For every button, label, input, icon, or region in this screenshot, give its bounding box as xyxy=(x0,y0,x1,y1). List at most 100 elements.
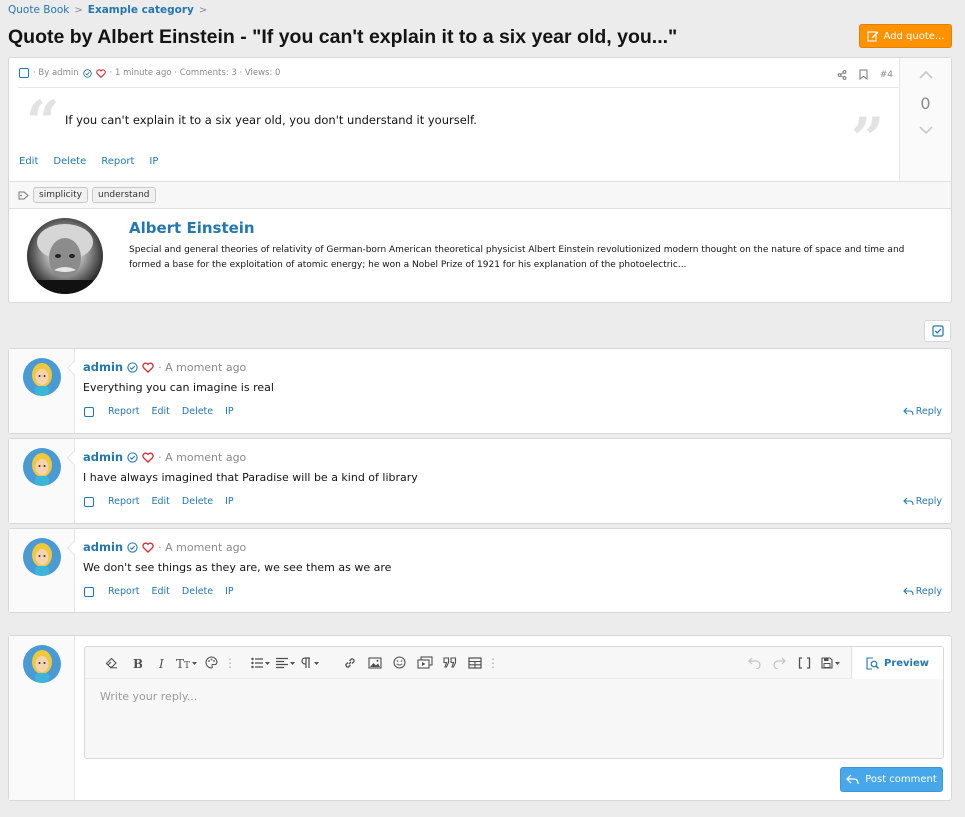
comment-report-link[interactable]: Report xyxy=(108,496,140,507)
bold-icon[interactable]: B xyxy=(124,651,149,675)
save-draft-icon[interactable] xyxy=(817,651,847,675)
avatar[interactable] xyxy=(23,538,61,576)
undo-icon[interactable] xyxy=(742,651,767,675)
divider xyxy=(18,87,899,88)
comment-select-checkbox[interactable] xyxy=(84,586,94,597)
comment-username[interactable]: admin xyxy=(83,540,123,554)
preview-icon xyxy=(866,656,879,670)
comment-username[interactable]: admin xyxy=(83,450,123,464)
text-size-icon[interactable]: TT xyxy=(174,651,199,675)
comment-delete-link[interactable]: Delete xyxy=(182,496,213,507)
edit-icon xyxy=(866,30,879,42)
vote-score: 0 xyxy=(920,94,931,113)
breadcrumb-quote-book[interactable]: Quote Book xyxy=(8,4,69,16)
select-all-button[interactable] xyxy=(924,320,951,342)
reply-box: B I TT ⋮ ⋮ Preview Write your reply... P… xyxy=(8,635,952,801)
author-photo[interactable] xyxy=(27,218,103,294)
tags-row: simplicity understand xyxy=(9,181,951,209)
italic-icon[interactable]: I xyxy=(149,651,174,675)
comment-delete-link[interactable]: Delete xyxy=(182,406,213,417)
quote-actions: Edit Delete Report IP xyxy=(19,156,158,167)
comment-reply-button[interactable]: Reply xyxy=(902,586,942,597)
comment-text: We don't see things as they are, we see … xyxy=(83,561,392,574)
comment-ip-link[interactable]: IP xyxy=(225,406,234,417)
breadcrumb: Quote Book > Example category > xyxy=(8,4,207,16)
table-icon[interactable] xyxy=(462,651,487,675)
avatar[interactable] xyxy=(23,358,61,396)
comment-edit-link[interactable]: Edit xyxy=(152,406,170,417)
reply-icon xyxy=(902,497,914,506)
vote-down-icon[interactable] xyxy=(919,126,933,135)
list-icon[interactable] xyxy=(248,651,273,675)
align-icon[interactable] xyxy=(273,651,298,675)
bookmark-icon[interactable] xyxy=(859,69,868,80)
quote-ip-link[interactable]: IP xyxy=(149,156,158,167)
redo-icon[interactable] xyxy=(767,651,792,675)
link-icon[interactable] xyxy=(337,651,362,675)
author-name[interactable]: Albert Einstein xyxy=(129,219,255,237)
image-icon[interactable] xyxy=(362,651,387,675)
reply-avatar-column xyxy=(9,636,75,800)
avatar[interactable] xyxy=(23,448,61,486)
quote-meta-right: #4 xyxy=(837,69,893,80)
comment-select-checkbox[interactable] xyxy=(84,496,94,507)
comment-actions: Report Edit Delete IP xyxy=(84,406,234,417)
preview-button[interactable]: Preview xyxy=(851,647,943,679)
comment-header: admin · A moment ago xyxy=(83,540,246,554)
comment-ip-link[interactable]: IP xyxy=(225,496,234,507)
quote-icon[interactable] xyxy=(437,651,462,675)
comment-report-link[interactable]: Report xyxy=(108,586,140,597)
vote-up-icon[interactable] xyxy=(919,70,933,79)
comment-delete-link[interactable]: Delete xyxy=(182,586,213,597)
comment-avatar-column xyxy=(9,349,75,433)
quote-delete-link[interactable]: Delete xyxy=(53,156,86,167)
comment-item: admin · A moment ago I have always imagi… xyxy=(8,438,952,524)
comment-item: admin · A moment ago We don't see things… xyxy=(8,528,952,613)
comment-reply-button[interactable]: Reply xyxy=(902,496,942,507)
comment-reply-button[interactable]: Reply xyxy=(902,406,942,417)
post-comment-label: Post comment xyxy=(865,774,937,785)
breadcrumb-example-category[interactable]: Example category xyxy=(88,4,194,16)
reply-editor: B I TT ⋮ ⋮ Preview Write your reply... xyxy=(84,646,944,759)
clear-formatting-icon[interactable] xyxy=(99,651,124,675)
comment-avatar-column xyxy=(9,529,75,612)
quote-edit-link[interactable]: Edit xyxy=(19,156,38,167)
heart-icon xyxy=(142,362,154,373)
tag-simplicity[interactable]: simplicity xyxy=(33,187,88,203)
comment-text: I have always imagined that Paradise wil… xyxy=(83,471,418,484)
comment-avatar-column xyxy=(9,439,75,523)
svg-text:T: T xyxy=(176,657,184,669)
more-options-icon[interactable]: ⋮ xyxy=(224,656,236,670)
comment-edit-link[interactable]: Edit xyxy=(152,496,170,507)
comment-username[interactable]: admin xyxy=(83,360,123,374)
close-quote-icon: ” xyxy=(851,105,885,173)
svg-text:I: I xyxy=(158,657,164,669)
comment-text: Everything you can imagine is real xyxy=(83,381,274,394)
comment-ip-link[interactable]: IP xyxy=(225,586,234,597)
color-palette-icon[interactable] xyxy=(199,651,224,675)
media-icon[interactable] xyxy=(412,651,437,675)
post-comment-button[interactable]: Post comment xyxy=(840,767,943,792)
comment-edit-link[interactable]: Edit xyxy=(152,586,170,597)
add-quote-button[interactable]: Add quote... xyxy=(859,24,952,48)
comment-item: admin · A moment ago Everything you can … xyxy=(8,348,952,434)
quote-text: If you can't explain it to a six year ol… xyxy=(65,113,477,127)
reply-input[interactable]: Write your reply... xyxy=(100,690,197,703)
bbcode-toggle-icon[interactable] xyxy=(792,651,817,675)
vote-column: 0 xyxy=(899,58,951,182)
comment-report-link[interactable]: Report xyxy=(108,406,140,417)
paragraph-icon[interactable] xyxy=(298,651,323,675)
quote-number[interactable]: #4 xyxy=(880,70,893,80)
more-options-icon[interactable]: ⋮ xyxy=(487,656,499,670)
comment-actions: Report Edit Delete IP xyxy=(84,496,234,507)
tag-understand[interactable]: understand xyxy=(91,187,156,203)
verified-icon xyxy=(82,68,92,78)
emoji-icon[interactable] xyxy=(387,651,412,675)
comment-time: · A moment ago xyxy=(158,450,247,464)
share-icon[interactable] xyxy=(837,69,847,80)
comment-time: · A moment ago xyxy=(158,540,247,554)
comment-select-checkbox[interactable] xyxy=(84,406,94,417)
quote-report-link[interactable]: Report xyxy=(101,156,134,167)
quote-select-checkbox[interactable] xyxy=(19,68,29,78)
quote-meta: · By admin · 1 minute ago · Comments: 3 … xyxy=(19,68,280,78)
